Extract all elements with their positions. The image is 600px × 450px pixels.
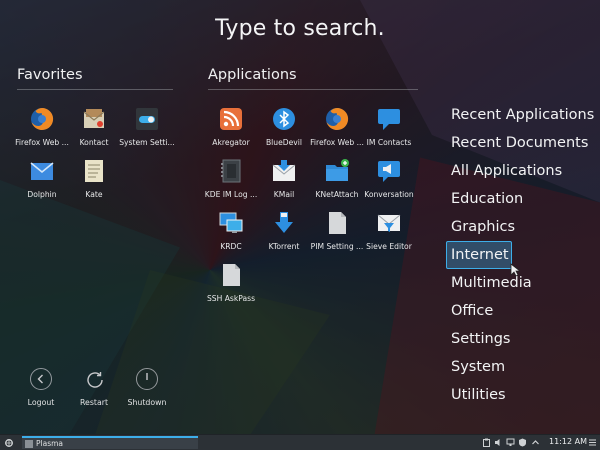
system-settings-icon — [134, 106, 160, 132]
remote-desktop-icon — [218, 210, 244, 236]
favorite-kate[interactable]: Kate — [63, 158, 125, 199]
taskbar-entry-label: Plasma — [36, 439, 64, 448]
chat-icon — [376, 106, 402, 132]
expand-tray-icon[interactable] — [531, 438, 540, 447]
app-label: SSH AskPass — [206, 294, 256, 303]
generic-file-icon — [324, 210, 350, 236]
category-recent-applications[interactable]: Recent Applications — [446, 101, 596, 129]
category-all-applications[interactable]: All Applications — [446, 157, 596, 185]
irc-icon — [376, 158, 402, 184]
category-system[interactable]: System — [446, 353, 596, 381]
logout-icon — [30, 368, 52, 390]
rss-icon — [218, 106, 244, 132]
category-multimedia[interactable]: Multimedia — [446, 269, 596, 297]
app-label: System Setti... — [119, 138, 175, 147]
restart-icon — [83, 368, 105, 390]
app-im-contacts[interactable]: IM Contacts — [358, 106, 420, 147]
mouse-cursor-icon — [510, 262, 522, 281]
favorite-system-settings[interactable]: System Setti... — [116, 106, 178, 147]
torrent-icon — [271, 210, 297, 236]
dolphin-icon — [29, 158, 55, 184]
category-recent-documents[interactable]: Recent Documents — [446, 129, 596, 157]
kickoff-launcher-icon[interactable] — [4, 438, 14, 448]
taskbar-panel: Plasma 11:12 AM — [0, 434, 600, 450]
shutdown-label: Shutdown — [127, 398, 167, 407]
mail-icon — [271, 158, 297, 184]
mail-filter-icon — [376, 210, 402, 236]
shutdown-icon — [136, 368, 158, 390]
favorites-divider — [17, 89, 173, 90]
applications-heading: Applications — [208, 67, 297, 83]
category-utilities[interactable]: Utilities — [446, 381, 596, 409]
plasma-window-icon — [25, 440, 33, 448]
log-viewer-icon — [218, 158, 244, 184]
folder-network-icon — [324, 158, 350, 184]
app-label: Sieve Editor — [366, 242, 412, 251]
firefox-icon — [29, 106, 55, 132]
favorites-heading: Favorites — [17, 67, 83, 83]
category-internet[interactable]: Internet — [446, 241, 512, 269]
firefox-icon — [324, 106, 350, 132]
applications-divider — [208, 89, 418, 90]
category-education[interactable]: Education — [446, 185, 596, 213]
search-prompt[interactable]: Type to search. — [0, 16, 600, 41]
kate-icon — [81, 158, 107, 184]
clipboard-icon[interactable] — [482, 438, 491, 447]
app-sieve-editor[interactable]: Sieve Editor — [358, 210, 420, 251]
network-icon[interactable] — [506, 438, 515, 447]
app-konversation[interactable]: Konversation — [358, 158, 420, 199]
panel-clock[interactable]: 11:12 AM — [549, 437, 587, 446]
app-label: Konversation — [364, 190, 414, 199]
bluetooth-icon — [271, 106, 297, 132]
generic-file-icon — [218, 262, 244, 288]
category-settings[interactable]: Settings — [446, 325, 596, 353]
app-label: Kate — [85, 190, 103, 199]
panel-menu-icon[interactable] — [588, 438, 597, 447]
category-list: Recent Applications Recent Documents All… — [446, 101, 596, 409]
volume-icon[interactable] — [494, 438, 503, 447]
shutdown-button[interactable]: Shutdown — [112, 368, 182, 407]
category-office[interactable]: Office — [446, 297, 596, 325]
app-ssh-askpass[interactable]: SSH AskPass — [200, 262, 262, 303]
kontact-icon — [81, 106, 107, 132]
category-graphics[interactable]: Graphics — [446, 213, 596, 241]
security-shield-icon[interactable] — [518, 438, 527, 447]
app-label: IM Contacts — [366, 138, 412, 147]
taskbar-entry-plasma[interactable]: Plasma — [22, 436, 198, 449]
